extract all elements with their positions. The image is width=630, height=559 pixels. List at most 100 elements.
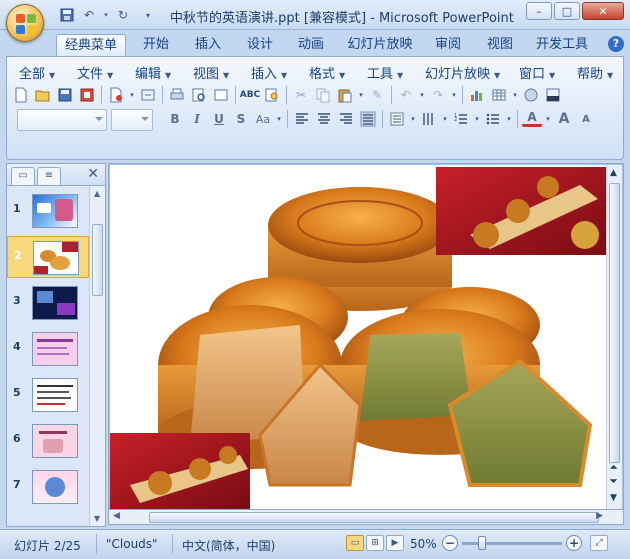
dropdown-arrow-icon[interactable]: ▾ bbox=[418, 85, 426, 105]
undo-icon[interactable]: ↶ bbox=[80, 6, 98, 24]
bold-button[interactable]: B bbox=[165, 109, 185, 129]
fit-to-window-icon[interactable]: ⤢ bbox=[590, 535, 608, 551]
dropdown-arrow-icon[interactable]: ▾ bbox=[128, 85, 136, 105]
slide-thumbnail-3[interactable]: 3 bbox=[7, 282, 89, 324]
slide-thumbnail-6[interactable]: 6 bbox=[7, 420, 89, 462]
slide-vertical-scrollbar[interactable]: ▲ ⏶ ⏷ ▼ bbox=[606, 165, 622, 509]
change-case-button[interactable]: Aa bbox=[253, 109, 273, 129]
italic-button[interactable]: I bbox=[187, 109, 207, 129]
numbering-icon[interactable]: 12 bbox=[451, 109, 471, 129]
bullets-icon[interactable] bbox=[483, 109, 503, 129]
slide-thumbnail-1[interactable]: 1 bbox=[7, 190, 89, 232]
dropdown-arrow-icon[interactable]: ▾ bbox=[473, 109, 481, 129]
slide-horizontal-scrollbar[interactable]: ◀ ▶ bbox=[108, 509, 624, 525]
align-center-icon[interactable] bbox=[314, 109, 334, 129]
save-icon[interactable] bbox=[58, 6, 76, 24]
text-direction-icon[interactable] bbox=[387, 109, 407, 129]
dropdown-arrow-icon[interactable]: ▾ bbox=[505, 109, 513, 129]
language-indicator[interactable]: 中文(简体，中国) bbox=[182, 537, 275, 554]
minimize-button[interactable]: – bbox=[526, 2, 552, 20]
dropdown-arrow-icon[interactable]: ▾ bbox=[441, 109, 449, 129]
justify-icon[interactable] bbox=[358, 109, 378, 129]
print-icon[interactable] bbox=[167, 85, 187, 105]
dropdown-arrow-icon[interactable]: ▾ bbox=[544, 109, 552, 129]
scroll-left-icon[interactable]: ◀ bbox=[113, 511, 120, 521]
slide-sorter-view-icon[interactable]: ⊞ bbox=[366, 535, 384, 551]
shrink-font-button[interactable]: A bbox=[576, 109, 596, 129]
slide-layout-icon[interactable] bbox=[211, 85, 231, 105]
grow-font-button[interactable]: A bbox=[554, 109, 574, 129]
tab-design[interactable]: 设计 bbox=[240, 34, 280, 56]
dropdown-arrow-icon[interactable]: ▾ bbox=[357, 85, 365, 105]
scrollbar-thumb[interactable] bbox=[609, 183, 620, 463]
menu-slideshow[interactable]: 幻灯片放映 ▼ bbox=[425, 61, 500, 84]
insert-chart-icon[interactable] bbox=[467, 85, 487, 105]
zoom-in-button[interactable]: + bbox=[566, 535, 582, 551]
spelling-icon[interactable]: ABC bbox=[240, 85, 260, 105]
customize-qat-icon[interactable]: ▾ bbox=[142, 6, 154, 24]
menu-view[interactable]: 视图 ▼ bbox=[193, 61, 229, 84]
tab-animations[interactable]: 动画 bbox=[291, 34, 331, 56]
permission-icon[interactable] bbox=[77, 85, 97, 105]
insert-table-icon[interactable] bbox=[489, 85, 509, 105]
menu-format[interactable]: 格式 ▼ bbox=[309, 61, 345, 84]
zoom-slider-thumb[interactable] bbox=[478, 536, 486, 550]
menu-window[interactable]: 窗口 ▼ bbox=[519, 61, 555, 84]
dropdown-arrow-icon[interactable]: ▾ bbox=[275, 109, 283, 129]
redo-icon[interactable]: ↷ bbox=[428, 85, 448, 105]
menu-edit[interactable]: 编辑 ▼ bbox=[135, 61, 171, 84]
slide-thumbnail-7[interactable]: 7 bbox=[7, 466, 89, 508]
tab-classic-menu[interactable]: 经典菜单 bbox=[56, 34, 126, 56]
scrollbar-thumb[interactable] bbox=[149, 512, 599, 523]
underline-button[interactable]: U bbox=[209, 109, 229, 129]
scroll-up-icon[interactable]: ▲ bbox=[94, 189, 100, 198]
slide-thumbnail-4[interactable]: 4 bbox=[7, 328, 89, 370]
undo-icon[interactable]: ↶ bbox=[396, 85, 416, 105]
scroll-down-icon[interactable]: ▼ bbox=[610, 493, 617, 503]
tab-review[interactable]: 审阅 bbox=[428, 34, 468, 56]
color-grayscale-icon[interactable] bbox=[543, 85, 563, 105]
cut-icon[interactable]: ✂ bbox=[291, 85, 311, 105]
shadow-button[interactable]: S bbox=[231, 109, 251, 129]
font-color-button[interactable]: A bbox=[522, 109, 542, 127]
scroll-right-icon[interactable]: ▶ bbox=[596, 511, 603, 521]
new-file-icon[interactable] bbox=[11, 85, 31, 105]
menu-file[interactable]: 文件 ▼ bbox=[77, 61, 113, 84]
font-name-combo[interactable] bbox=[17, 109, 107, 131]
help-icon[interactable]: ? bbox=[608, 36, 624, 52]
slide-thumbnail-2[interactable]: 2 bbox=[7, 236, 89, 278]
insert-clip-icon[interactable] bbox=[521, 85, 541, 105]
slides-tab-icon[interactable]: ▭ bbox=[11, 167, 35, 185]
tab-insert[interactable]: 插入 bbox=[188, 34, 228, 56]
normal-view-icon[interactable]: ▭ bbox=[346, 535, 364, 551]
dropdown-arrow-icon[interactable]: ▾ bbox=[409, 109, 417, 129]
align-left-icon[interactable] bbox=[292, 109, 312, 129]
redo-icon[interactable]: ↻ bbox=[114, 6, 132, 24]
theme-name[interactable]: "Clouds" bbox=[106, 537, 158, 551]
slide-show-view-icon[interactable]: ▶ bbox=[386, 535, 404, 551]
thumbnail-scrollbar[interactable]: ▲ ▼ bbox=[89, 186, 105, 526]
outline-tab-icon[interactable]: ≡ bbox=[37, 167, 61, 185]
format-painter-icon[interactable]: ✎ bbox=[367, 85, 387, 105]
maximize-button[interactable]: □ bbox=[554, 2, 580, 20]
print-preview-icon[interactable] bbox=[189, 85, 209, 105]
copy-icon[interactable] bbox=[313, 85, 333, 105]
publish-icon[interactable] bbox=[138, 85, 158, 105]
menu-insert[interactable]: 插入 ▼ bbox=[251, 61, 287, 84]
tab-developer[interactable]: 开发工具 bbox=[532, 34, 592, 56]
dropdown-arrow-icon[interactable]: ▾ bbox=[450, 85, 458, 105]
slide-canvas[interactable] bbox=[110, 165, 606, 509]
columns-icon[interactable] bbox=[419, 109, 439, 129]
align-right-icon[interactable] bbox=[336, 109, 356, 129]
tab-home[interactable]: 开始 bbox=[138, 34, 174, 56]
close-icon[interactable]: ✕ bbox=[87, 166, 99, 182]
slide-thumbnail-5[interactable]: 5 bbox=[7, 374, 89, 416]
undo-dropdown-icon[interactable]: ▾ bbox=[102, 6, 110, 24]
scroll-down-icon[interactable]: ▼ bbox=[94, 514, 100, 523]
zoom-slider-track[interactable] bbox=[462, 542, 562, 545]
close-button[interactable]: ✕ bbox=[582, 2, 624, 20]
research-icon[interactable] bbox=[262, 85, 282, 105]
menu-help[interactable]: 帮助 ▼ bbox=[577, 61, 613, 84]
menu-tools[interactable]: 工具 ▼ bbox=[367, 61, 403, 84]
font-size-combo[interactable] bbox=[111, 109, 153, 131]
